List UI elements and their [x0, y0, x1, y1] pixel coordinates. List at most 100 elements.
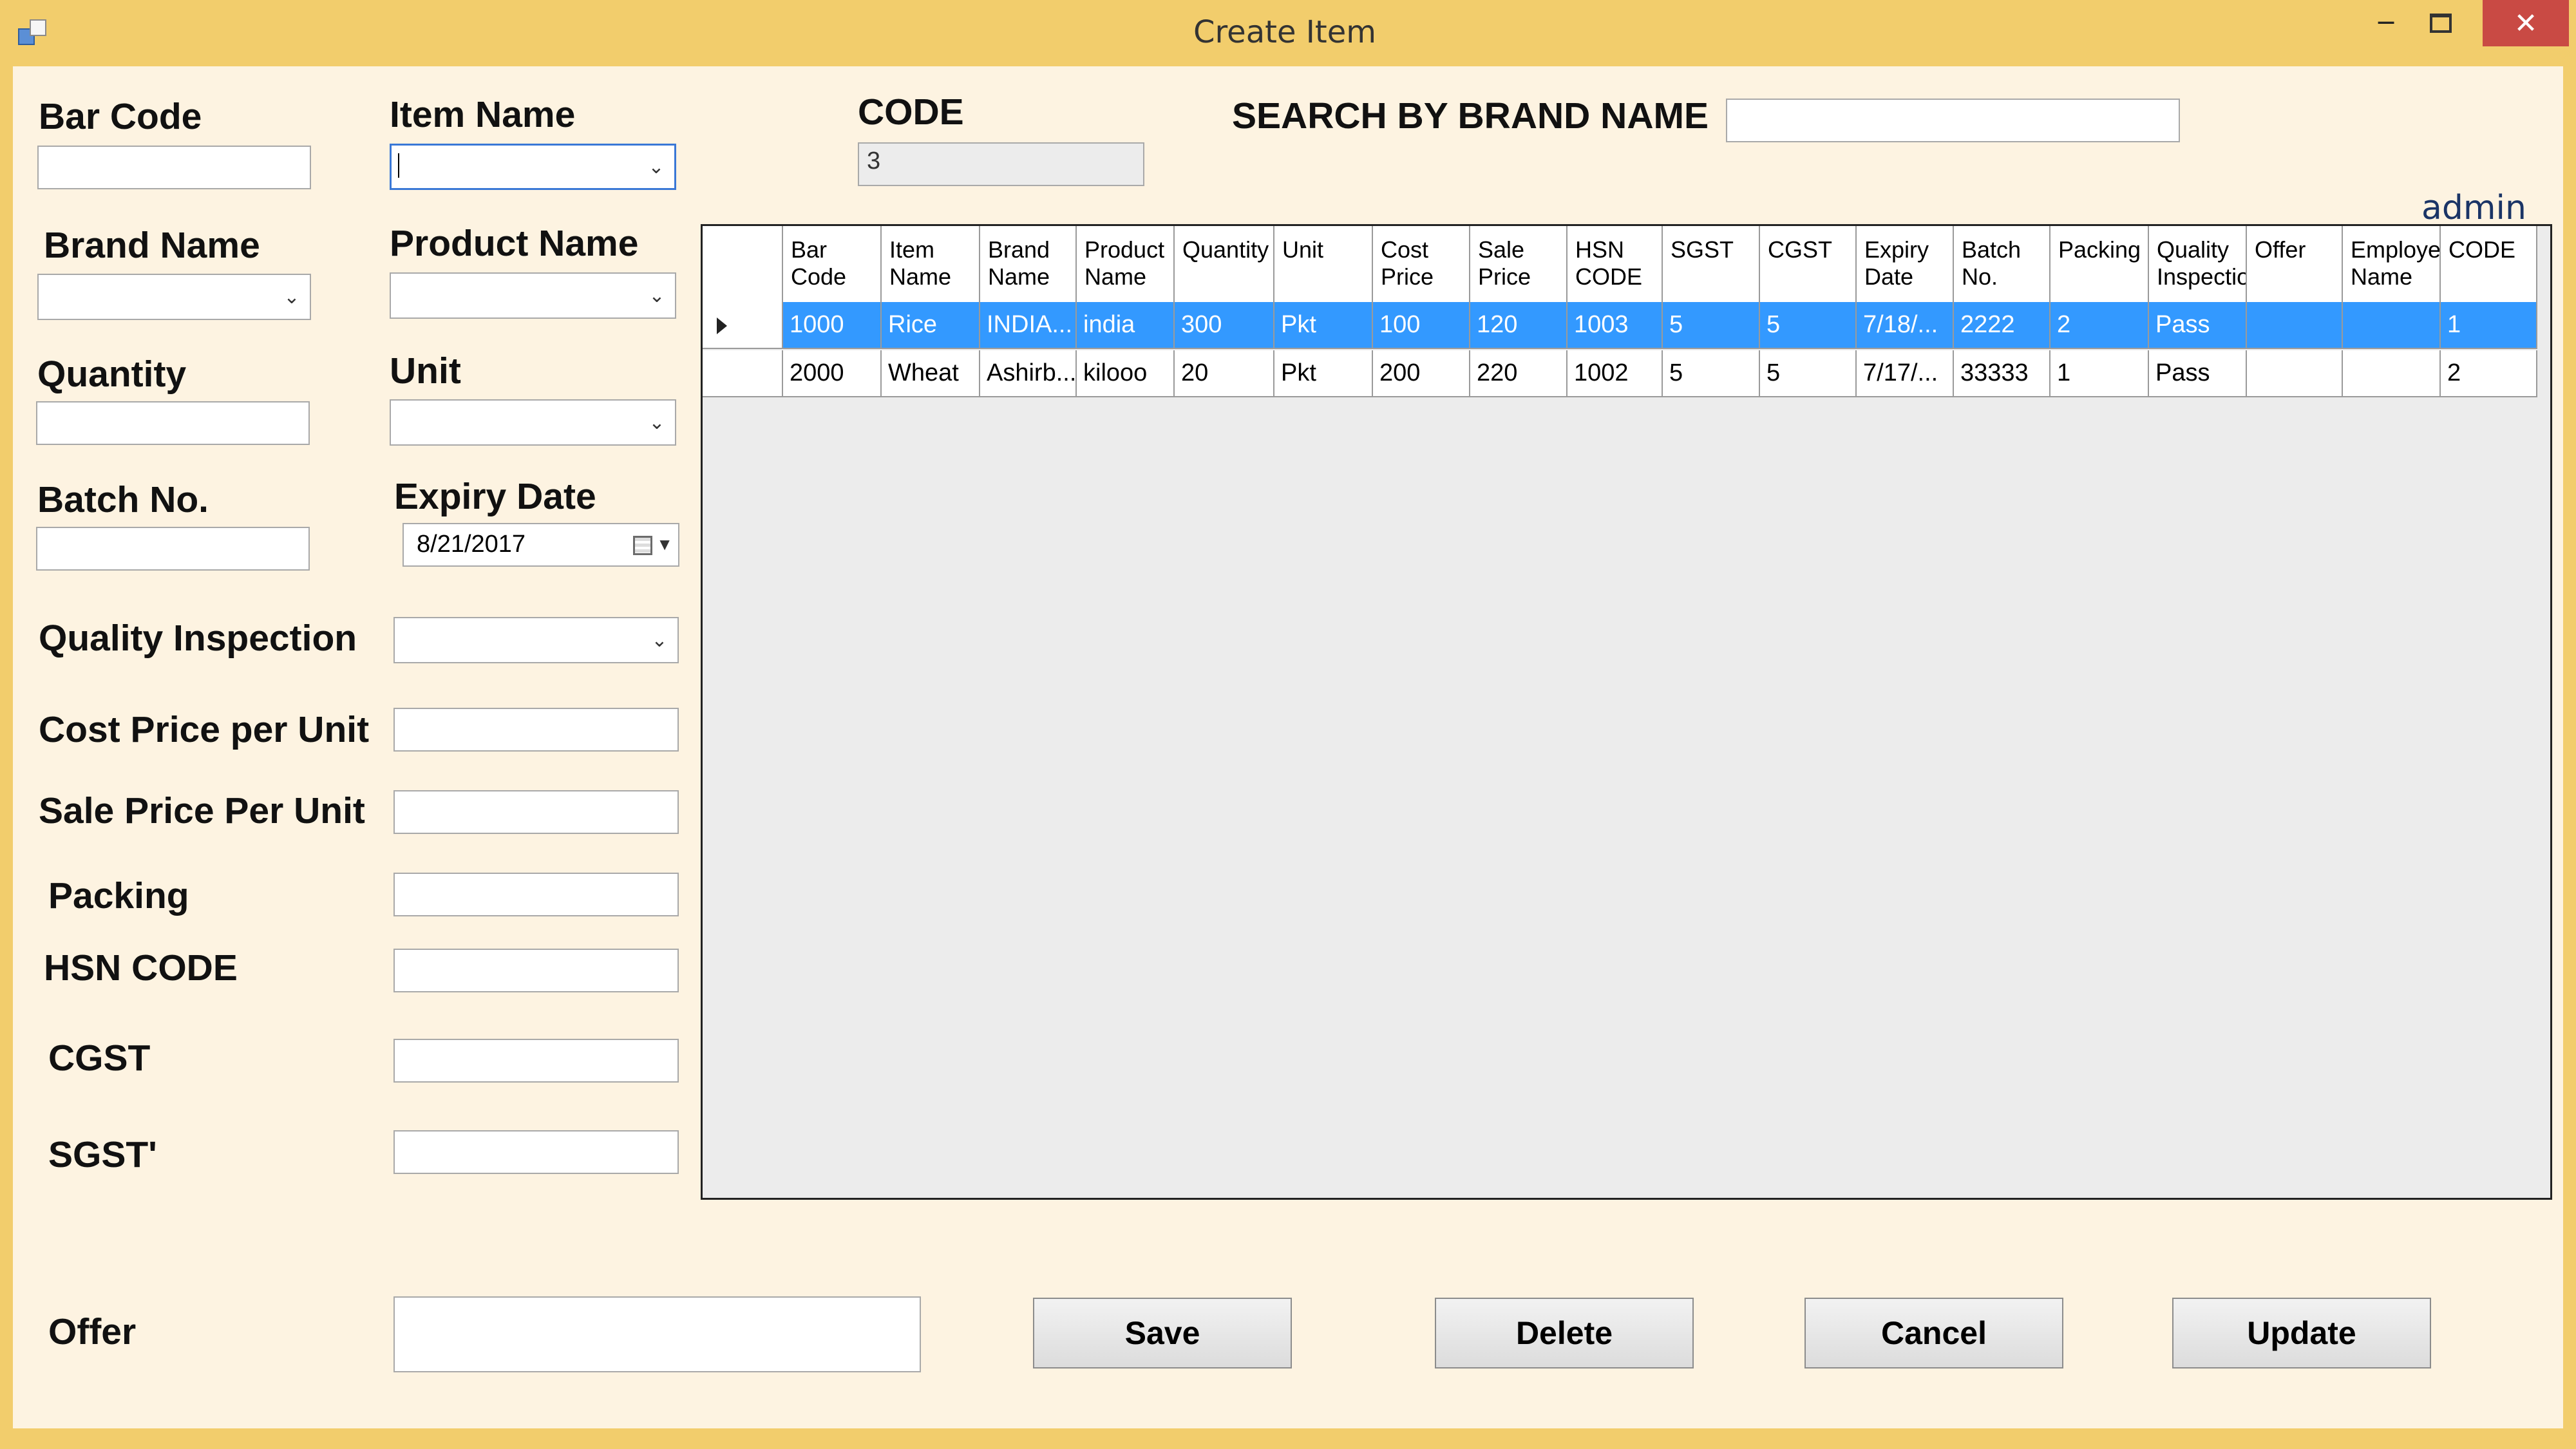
- table-cell[interactable]: 1002: [1567, 350, 1663, 397]
- quantity-input[interactable]: [36, 401, 310, 445]
- column-header[interactable]: Product Name: [1077, 226, 1175, 302]
- column-header[interactable]: CODE: [2441, 226, 2537, 302]
- table-cell[interactable]: 2000: [783, 350, 882, 397]
- table-cell[interactable]: Ashirb...: [980, 350, 1077, 397]
- close-button[interactable]: ✕: [2483, 0, 2569, 46]
- table-cell[interactable]: kilooo: [1077, 350, 1175, 397]
- column-header[interactable]: Sale Price: [1470, 226, 1567, 302]
- cancel-button[interactable]: Cancel: [1804, 1298, 2063, 1368]
- user-name: admin: [2421, 189, 2526, 227]
- table-cell[interactable]: 5: [1663, 350, 1760, 397]
- table-cell[interactable]: 300: [1175, 302, 1274, 349]
- offer-input[interactable]: [393, 1296, 921, 1372]
- batch-no-input[interactable]: [36, 527, 310, 571]
- table-cell[interactable]: INDIA...: [980, 302, 1077, 349]
- chevron-down-icon[interactable]: ⌄: [643, 146, 669, 188]
- table-cell[interactable]: 1: [2441, 302, 2537, 349]
- table-cell[interactable]: 100: [1373, 302, 1470, 349]
- brand-name-combo[interactable]: ⌄: [37, 274, 311, 320]
- quality-inspection-label: Quality Inspection: [39, 618, 357, 659]
- table-cell[interactable]: 7/17/...: [1857, 350, 1954, 397]
- table-cell[interactable]: 2: [2441, 350, 2537, 397]
- code-input[interactable]: 3: [858, 142, 1144, 186]
- packing-label: Packing: [48, 875, 189, 916]
- chevron-down-icon[interactable]: ⌄: [647, 618, 672, 662]
- column-header[interactable]: Unit: [1274, 226, 1373, 302]
- row-header[interactable]: [703, 302, 783, 349]
- update-button[interactable]: Update: [2172, 1298, 2431, 1368]
- table-cell[interactable]: 1003: [1567, 302, 1663, 349]
- table-cell[interactable]: [2247, 302, 2343, 349]
- calendar-icon[interactable]: [633, 536, 652, 555]
- table-cell[interactable]: 220: [1470, 350, 1567, 397]
- cost-price-label: Cost Price per Unit: [39, 709, 370, 750]
- column-header[interactable]: Brand Name: [980, 226, 1077, 302]
- column-header[interactable]: Quality Inspectio: [2149, 226, 2247, 302]
- column-header[interactable]: Packing: [2050, 226, 2149, 302]
- column-header[interactable]: Item Name: [882, 226, 980, 302]
- table-cell[interactable]: 200: [1373, 350, 1470, 397]
- table-cell[interactable]: 1: [2050, 350, 2149, 397]
- packing-input[interactable]: [393, 873, 679, 916]
- table-row[interactable]: 2000 Wheat Ashirb... kilooo 20 Pkt 200 220 1002 5…: [703, 350, 2537, 397]
- column-header[interactable]: Quantity: [1175, 226, 1274, 302]
- search-brand-input[interactable]: [1726, 99, 2180, 142]
- chevron-down-icon[interactable]: ▼: [656, 535, 673, 554]
- table-cell[interactable]: 33333: [1954, 350, 2050, 397]
- column-header[interactable]: CGST: [1760, 226, 1857, 302]
- table-cell[interactable]: 1000: [783, 302, 882, 349]
- table-cell[interactable]: 5: [1760, 350, 1857, 397]
- table-cell[interactable]: Pkt: [1274, 350, 1373, 397]
- column-header[interactable]: Batch No.: [1954, 226, 2050, 302]
- chevron-down-icon[interactable]: ⌄: [279, 275, 305, 319]
- table-cell[interactable]: Pkt: [1274, 302, 1373, 349]
- item-name-combo[interactable]: ⌄: [390, 144, 676, 190]
- column-header[interactable]: SGST: [1663, 226, 1760, 302]
- table-row[interactable]: 1000 Rice INDIA... india 300 Pkt 100 120 1003 5 5 7…: [703, 302, 2537, 349]
- table-cell[interactable]: [2343, 350, 2441, 397]
- column-header[interactable]: Employe Name: [2343, 226, 2441, 302]
- table-cell[interactable]: 7/18/...: [1857, 302, 1954, 349]
- table-cell[interactable]: india: [1077, 302, 1175, 349]
- table-cell[interactable]: 5: [1663, 302, 1760, 349]
- chevron-down-icon[interactable]: ⌄: [644, 274, 670, 317]
- table-cell[interactable]: Rice: [882, 302, 980, 349]
- cgst-input[interactable]: [393, 1039, 679, 1083]
- table-cell[interactable]: 20: [1175, 350, 1274, 397]
- cost-price-input[interactable]: [393, 708, 679, 752]
- column-header[interactable]: Bar Code: [783, 226, 882, 302]
- maximize-button[interactable]: [2415, 0, 2467, 46]
- delete-button[interactable]: Delete: [1435, 1298, 1694, 1368]
- table-cell[interactable]: 120: [1470, 302, 1567, 349]
- chevron-down-icon[interactable]: ⌄: [644, 401, 670, 444]
- offer-label: Offer: [48, 1311, 137, 1352]
- table-cell[interactable]: 5: [1760, 302, 1857, 349]
- unit-combo[interactable]: ⌄: [390, 399, 676, 446]
- sale-price-input[interactable]: [393, 790, 679, 834]
- quality-inspection-combo[interactable]: ⌄: [393, 617, 679, 663]
- table-cell[interactable]: Pass: [2149, 350, 2247, 397]
- column-header[interactable]: Expiry Date: [1857, 226, 1954, 302]
- table-cell[interactable]: 2222: [1954, 302, 2050, 349]
- product-name-combo[interactable]: ⌄: [390, 272, 676, 319]
- code-label: CODE: [858, 91, 964, 133]
- bar-code-input[interactable]: [37, 146, 311, 189]
- save-button[interactable]: Save: [1033, 1298, 1292, 1368]
- table-cell[interactable]: [2343, 302, 2441, 349]
- brand-name-label: Brand Name: [44, 225, 260, 266]
- items-data-grid[interactable]: Bar Code Item Name Brand Name Product Name Q…: [701, 224, 2552, 1200]
- table-cell[interactable]: Pass: [2149, 302, 2247, 349]
- column-header[interactable]: Offer: [2247, 226, 2343, 302]
- column-header[interactable]: HSN CODE: [1567, 226, 1663, 302]
- hsn-code-input[interactable]: [393, 949, 679, 992]
- column-header[interactable]: Cost Price: [1373, 226, 1470, 302]
- row-header[interactable]: [703, 350, 783, 397]
- table-cell[interactable]: Wheat: [882, 350, 980, 397]
- sgst-input[interactable]: [393, 1130, 679, 1174]
- table-cell[interactable]: [2247, 350, 2343, 397]
- table-cell[interactable]: 2: [2050, 302, 2149, 349]
- item-name-label: Item Name: [390, 94, 576, 135]
- expiry-date-picker[interactable]: 8/21/2017 ▼: [402, 523, 679, 567]
- minimize-button[interactable]: ─: [2360, 0, 2412, 46]
- quantity-label: Quantity: [37, 354, 187, 395]
